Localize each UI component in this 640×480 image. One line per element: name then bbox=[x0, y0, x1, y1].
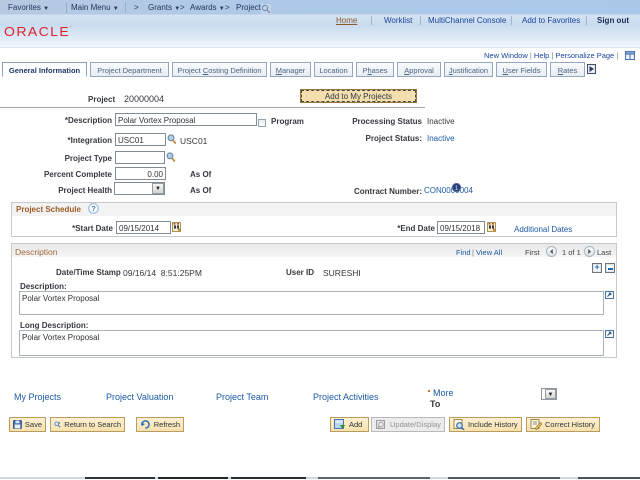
svg-text:1: 1 bbox=[455, 185, 459, 192]
svg-text:?: ? bbox=[91, 204, 96, 213]
